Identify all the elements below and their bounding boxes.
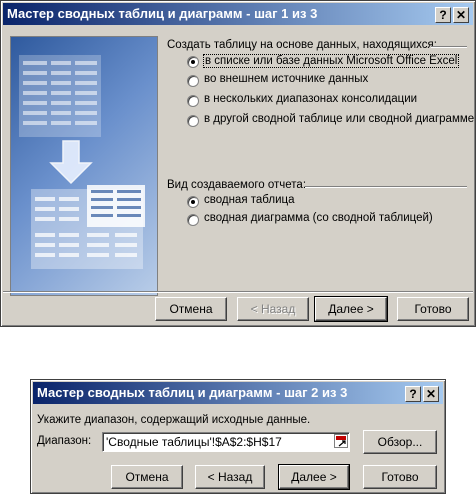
report-option-pivot-table-radio[interactable] <box>187 196 199 208</box>
range-label: Диапазон: <box>37 435 92 447</box>
range-input[interactable]: 'Сводные таблицы'!$A$2:$H$17 <box>102 432 350 452</box>
report-option-pivot-chart-label[interactable]: сводная диаграмма (со сводной таблицей) <box>204 212 433 224</box>
step1-finish-button[interactable]: Готово <box>397 297 469 321</box>
step1-next-button[interactable]: Далее > <box>314 296 388 322</box>
source-option-list-radio[interactable] <box>187 56 199 68</box>
range-instruction: Укажите диапазон, содержащий исходные да… <box>37 414 311 426</box>
source-option-external-label[interactable]: во внешнем источнике данных <box>204 73 368 85</box>
step1-button-separator <box>3 291 473 293</box>
report-group-label: Вид создаваемого отчета: <box>167 179 307 191</box>
step2-title: Мастер сводных таблиц и диаграмм - шаг 2… <box>37 385 348 400</box>
source-option-external-radio[interactable] <box>187 75 199 87</box>
wizard-step1-dialog: Мастер сводных таблиц и диаграмм - шаг 1… <box>0 0 476 327</box>
report-group-line <box>305 186 467 188</box>
step1-title: Мастер сводных таблиц и диаграмм - шаг 1… <box>7 6 318 21</box>
report-option-pivot-table-label[interactable]: сводная таблица <box>204 194 294 206</box>
collapse-dialog-icon[interactable] <box>334 434 348 448</box>
source-option-list-label[interactable]: в списке или базе данных Microsoft Offic… <box>203 54 460 68</box>
help-button[interactable]: ? <box>405 386 421 402</box>
range-input-value: 'Сводные таблицы'!$A$2:$H$17 <box>106 435 282 449</box>
close-button[interactable]: ✕ <box>423 386 439 402</box>
source-group-line <box>431 46 467 48</box>
step2-cancel-button[interactable]: Отмена <box>111 465 183 489</box>
step1-title-bar[interactable]: Мастер сводных таблиц и диаграмм - шаг 1… <box>3 3 473 25</box>
wizard-illustration-graphic <box>19 55 145 269</box>
step1-cancel-button[interactable]: Отмена <box>155 297 227 321</box>
report-option-pivot-chart-radio[interactable] <box>187 214 199 226</box>
source-option-other-pivot-radio[interactable] <box>187 115 199 127</box>
step2-back-button[interactable]: < Назад <box>195 465 265 489</box>
step2-next-button[interactable]: Далее > <box>278 464 350 490</box>
source-option-consolidation-label[interactable]: в нескольких диапазонах консолидации <box>204 93 417 105</box>
step2-title-bar[interactable]: Мастер сводных таблиц и диаграмм - шаг 2… <box>33 382 443 404</box>
wizard-step2-dialog: Мастер сводных таблиц и диаграмм - шаг 2… <box>30 379 446 494</box>
help-button[interactable]: ? <box>435 7 451 23</box>
source-option-other-pivot-label[interactable]: в другой сводной таблице или сводной диа… <box>204 113 474 125</box>
step1-back-button[interactable]: < Назад <box>237 297 309 321</box>
step2-finish-button[interactable]: Готово <box>363 465 437 489</box>
wizard-illustration <box>10 36 158 296</box>
browse-button[interactable]: Обзор... <box>363 430 437 454</box>
source-option-consolidation-radio[interactable] <box>187 95 199 107</box>
close-button[interactable]: ✕ <box>453 7 469 23</box>
source-group-label: Создать таблицу на основе данных, находя… <box>167 39 437 51</box>
